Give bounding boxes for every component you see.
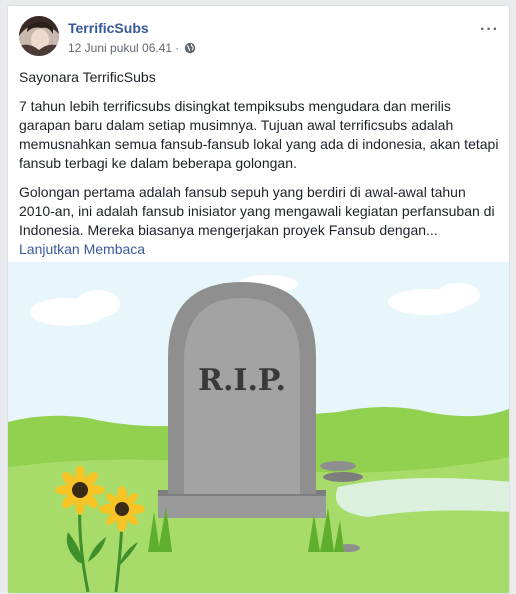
post-image[interactable]: R.I.P. <box>8 262 509 593</box>
globe-icon[interactable] <box>184 42 196 54</box>
stone <box>320 461 356 471</box>
avatar[interactable] <box>19 16 59 56</box>
timestamp-link[interactable]: 12 Juni pukul 06.41 <box>68 41 172 55</box>
post-title: Sayonara TerrificSubs <box>19 69 156 85</box>
tombstone-text: R.I.P. <box>198 363 286 398</box>
avatar-image <box>19 16 59 56</box>
read-more-link[interactable]: Lanjutkan Membaca <box>19 241 145 257</box>
post-paragraph-1: 7 tahun lebih terrificsubs disingkat tem… <box>19 98 499 171</box>
post-card: TerrificSubs 12 Juni pukul 06.41 · ··· S… <box>7 5 510 594</box>
rip-illustration: R.I.P. <box>8 262 509 593</box>
post-header: TerrificSubs 12 Juni pukul 06.41 · ··· <box>19 16 509 60</box>
more-options-button[interactable]: ··· <box>480 22 499 38</box>
page-name-link[interactable]: TerrificSubs <box>68 20 149 36</box>
post-body: Sayonara TerrificSubs 7 tahun lebih terr… <box>19 68 499 259</box>
post-meta: 12 Juni pukul 06.41 · <box>68 41 196 55</box>
post-paragraph-2: Golongan pertama adalah fansub sepuh yan… <box>19 184 495 238</box>
stone <box>323 472 363 482</box>
